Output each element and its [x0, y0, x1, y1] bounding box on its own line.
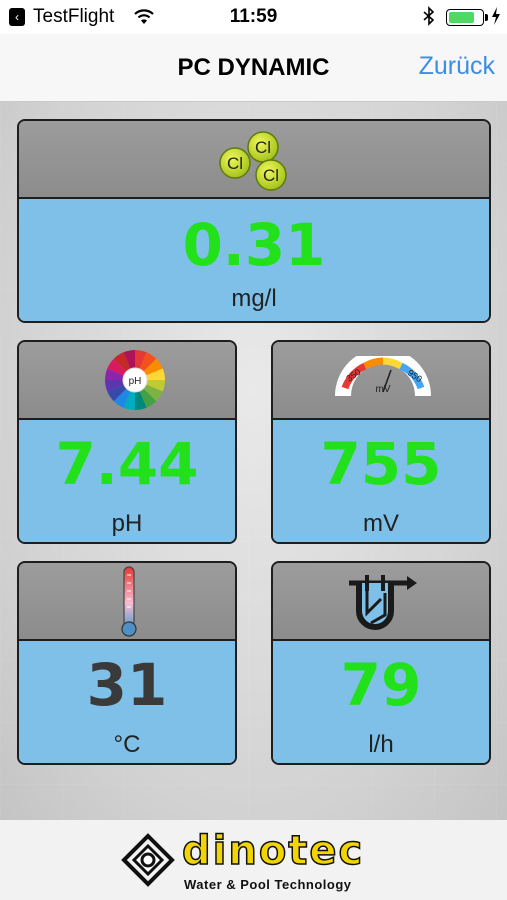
redox-unit: mV	[363, 510, 399, 537]
chlorine-card[interactable]: Cl Cl Cl 0.31 mg/l	[17, 119, 491, 323]
temperature-value: 31	[86, 651, 168, 719]
ph-unit: pH	[111, 510, 143, 537]
chlorine-value: 0.31	[182, 211, 326, 279]
ph-card-header: pH	[19, 342, 235, 420]
ph-card[interactable]: pH 7.44 pH	[17, 340, 237, 544]
chlorine-card-body: 0.31 mg/l	[19, 199, 489, 321]
chlorine-icon-label-1: Cl	[227, 154, 243, 173]
dinotec-logo-icon	[121, 833, 175, 887]
flow-card[interactable]: 79 l/h	[271, 561, 491, 765]
battery-icon	[446, 9, 484, 26]
chlorine-icon-label-3: Cl	[263, 166, 279, 185]
ph-card-body: 7.44 pH	[19, 420, 235, 542]
temperature-card-body: 31 °C	[19, 641, 235, 763]
status-bar: ‹ TestFlight 11:59	[0, 0, 507, 34]
chlorine-card-header: Cl Cl Cl	[19, 121, 489, 199]
brand-tagline: Water & Pool Technology	[184, 877, 352, 892]
ph-color-wheel-icon: pH	[105, 350, 165, 410]
footer: dinotec Water & Pool Technology	[0, 820, 507, 900]
flow-card-body: 79 l/h	[273, 641, 489, 763]
flow-cell-icon	[349, 575, 417, 630]
battery-fill	[449, 12, 474, 23]
flow-card-header	[273, 563, 489, 641]
redox-card[interactable]: 350 mV 950 755 mV	[271, 340, 491, 544]
dashboard: Cl Cl Cl 0.31 mg/l pH 7.44 pH 350 mV 950…	[0, 102, 507, 820]
ph-value: 7.44	[55, 430, 199, 498]
brand-name: dinotec	[181, 827, 365, 875]
charging-icon	[492, 7, 500, 25]
bluetooth-icon	[423, 6, 435, 26]
redox-value: 755	[320, 430, 442, 498]
battery-tip	[485, 14, 488, 21]
gauge-unit-label: mV	[376, 384, 391, 395]
temperature-card-header	[19, 563, 235, 641]
thermometer-icon	[121, 566, 137, 637]
temperature-unit: °C	[113, 731, 141, 758]
chlorine-icon-label-2: Cl	[255, 138, 271, 157]
redox-gauge-icon: 350 mV 950	[335, 356, 431, 397]
back-button[interactable]: Zurück	[419, 52, 495, 81]
navigation-bar: PC DYNAMIC Zurück	[0, 34, 507, 102]
temperature-card[interactable]: 31 °C	[17, 561, 237, 765]
redox-card-body: 755 mV	[273, 420, 489, 542]
ph-icon-label: pH	[129, 376, 142, 387]
chlorine-unit: mg/l	[231, 285, 277, 312]
flow-unit: l/h	[368, 731, 394, 758]
chlorine-icon: Cl Cl Cl	[219, 131, 287, 191]
flow-value: 79	[340, 651, 422, 719]
redox-card-header: 350 mV 950	[273, 342, 489, 420]
